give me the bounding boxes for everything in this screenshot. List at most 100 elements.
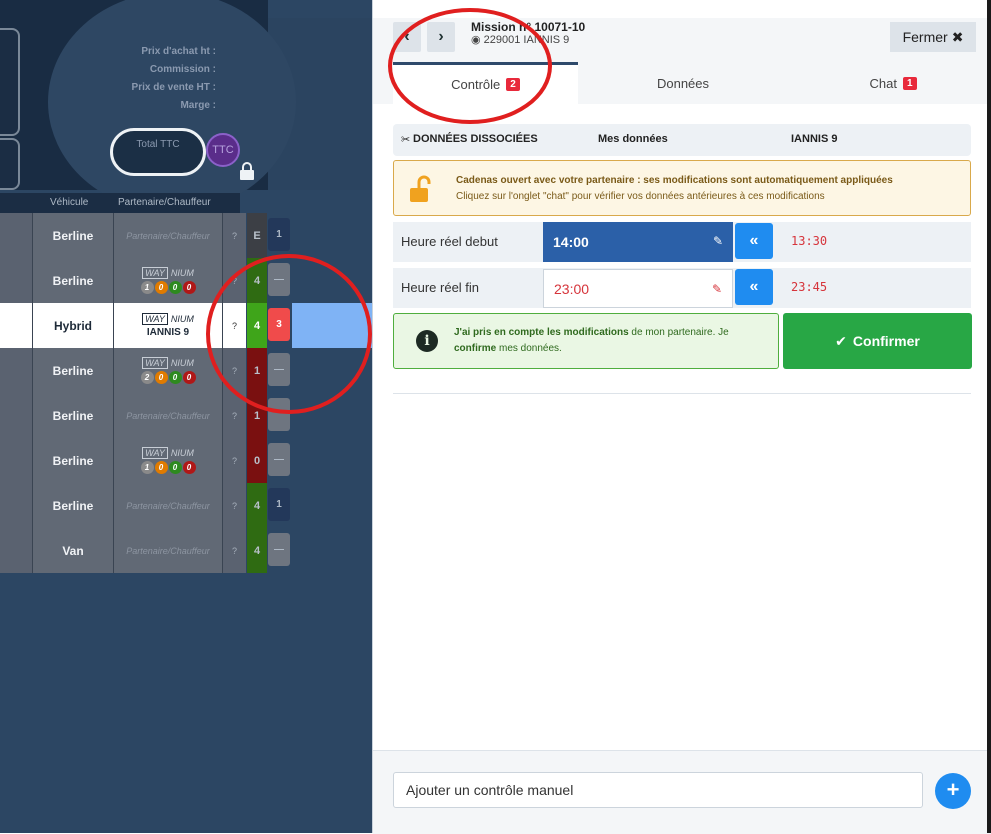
partner-placeholder: Partenaire/Chauffeur	[126, 230, 210, 241]
annotation-circle	[206, 254, 372, 414]
annotation-circle	[388, 8, 552, 124]
close-button[interactable]: Fermer ✖	[890, 22, 976, 52]
partner-cell[interactable]: Partenaire/Chauffeur	[114, 483, 223, 528]
row-select-cell[interactable]	[0, 213, 33, 258]
confirm-text-line-1: J'ai pris en compte les modifications de…	[454, 327, 729, 338]
way-tag: WAY	[142, 267, 168, 279]
restore-partner-value-button[interactable]: «	[735, 269, 773, 305]
table-row[interactable]: Berline WAY NIUM 1 0 0 0 ? 0 —	[0, 438, 292, 483]
question-cell[interactable]: ?	[223, 528, 246, 573]
mission-list-panel: Prix d'achat ht : Commission : Prix de v…	[0, 0, 372, 833]
divider	[393, 393, 971, 394]
status-count-cell[interactable]: 4	[247, 483, 267, 528]
status-dot: 0	[154, 461, 168, 474]
vehicle-cell: Berline	[33, 348, 114, 393]
tab-chat-label: Chat	[869, 75, 897, 91]
row-select-cell[interactable]	[0, 528, 33, 573]
manual-control-input[interactable]: Ajouter un contrôle manuel	[393, 772, 923, 808]
price-summary-dark-box: Prix d'achat ht : Commission : Prix de v…	[0, 0, 296, 212]
partner-start-time: 13:30	[791, 234, 828, 248]
status-dot: 0	[182, 461, 196, 474]
partner-cell[interactable]: Partenaire/Chauffeur	[114, 528, 223, 573]
restore-partner-value-button[interactable]: «	[735, 223, 773, 259]
table-row[interactable]: Berline Partenaire/Chauffeur ? E 1	[0, 213, 292, 258]
confirm-button-label: Confirmer	[852, 333, 920, 349]
pencil-icon[interactable]: ✎	[712, 282, 722, 296]
vehicle-cell: Van	[33, 528, 114, 573]
status-count-cell[interactable]: 4	[247, 528, 267, 573]
way-tag: WAY	[142, 313, 168, 325]
vehicle-cell: Berline	[33, 483, 114, 528]
my-data-label: Mes données	[598, 133, 668, 145]
control-count-badge[interactable]: —	[268, 443, 290, 476]
add-control-button[interactable]: +	[935, 773, 971, 809]
rewind-icon: «	[749, 278, 759, 295]
partner-cell[interactable]: WAY NIUM 1 0 0 0	[114, 258, 223, 303]
way-tag: WAY	[142, 357, 168, 369]
confirm-text-bold-1: J'ai pris en compte les modifications	[454, 327, 629, 338]
manual-control-bar: Ajouter un contrôle manuel +	[373, 750, 991, 834]
partner-placeholder: Partenaire/Chauffeur	[126, 500, 210, 511]
dissociated-label: DONNÉES DISSOCIÉES	[413, 133, 538, 145]
confirm-text-rest-1: de mon partenaire. Je	[628, 327, 729, 338]
row-select-cell[interactable]	[0, 348, 33, 393]
row-select-cell[interactable]	[0, 483, 33, 528]
partner-cell[interactable]: WAY NIUM 1 0 0 0	[114, 438, 223, 483]
partner-end-time: 23:45	[791, 280, 828, 294]
start-time-value: 14:00	[553, 234, 589, 250]
vehicle-cell: Berline	[33, 213, 114, 258]
tab-donnees-label: Données	[656, 75, 710, 91]
field-row-end: Heure réel fin 23:00 ✎ « 23:45	[393, 268, 971, 308]
row-select-cell[interactable]	[0, 438, 33, 483]
close-icon: ✖	[951, 28, 964, 45]
control-count-badge[interactable]: —	[268, 533, 290, 566]
tab-chat[interactable]: Chat 1	[813, 62, 973, 104]
unlocked-alert: Cadenas ouvert avec votre partenaire : s…	[393, 160, 971, 216]
status-count-cell[interactable]: 0	[247, 438, 267, 483]
price-label-margin: Marge :	[180, 100, 216, 111]
partner-info: WAY NIUM	[142, 267, 194, 279]
row-select-cell[interactable]	[0, 303, 33, 348]
end-time-input[interactable]: 23:00 ✎	[543, 269, 733, 308]
tab-donnees[interactable]: Données	[608, 62, 758, 104]
question-cell[interactable]: ?	[223, 483, 246, 528]
table-row[interactable]: Berline Partenaire/Chauffeur ? 4 1	[0, 483, 292, 528]
side-field-stub[interactable]	[0, 138, 20, 190]
confirm-button[interactable]: ✔ Confirmer	[783, 313, 972, 369]
alert-line-2: Cliquez sur l'onglet "chat" pour vérifie…	[456, 191, 825, 202]
total-ttc-pill[interactable]: Total TTC	[110, 128, 206, 176]
ttc-badge[interactable]: TTC	[206, 133, 240, 167]
status-dots: 1000	[140, 461, 196, 474]
partner-cell[interactable]: WAY NIUM 2 0 0 0	[114, 348, 223, 393]
table-row[interactable]: Van Partenaire/Chauffeur ? 4 —	[0, 528, 292, 573]
unlink-icon: ✂	[401, 134, 411, 146]
rewind-icon: «	[749, 232, 759, 249]
row-select-cell[interactable]	[0, 258, 33, 303]
window-edge	[987, 0, 991, 833]
control-count-badge[interactable]: 1	[268, 488, 290, 521]
nium-tag: NIUM	[170, 358, 194, 368]
status-count-cell[interactable]: E	[247, 213, 267, 258]
control-count-badge[interactable]: 1	[268, 218, 290, 251]
row-select-cell[interactable]	[0, 393, 33, 438]
info-icon: i	[416, 330, 438, 352]
question-cell[interactable]: ?	[223, 438, 246, 483]
nium-tag: NIUM	[170, 314, 194, 324]
plus-icon: +	[946, 777, 960, 802]
status-dot: 0	[154, 281, 168, 294]
partner-info: WAY NIUM	[142, 313, 194, 325]
status-dot: 1	[140, 281, 154, 294]
status-dot: 0	[168, 281, 182, 294]
question-cell[interactable]: ?	[223, 213, 246, 258]
status-dots: 2000	[140, 371, 196, 384]
partner-placeholder: Partenaire/Chauffeur	[126, 545, 210, 556]
lock-icon[interactable]	[239, 162, 255, 183]
confirm-notice: i J'ai pris en compte les modifications …	[393, 313, 779, 369]
partner-cell[interactable]: Partenaire/Chauffeur	[114, 213, 223, 258]
unlock-icon	[410, 175, 431, 202]
check-icon: ✔	[835, 332, 847, 349]
start-time-input[interactable]: 14:00 ✎	[543, 222, 733, 262]
pencil-icon[interactable]: ✎	[713, 234, 723, 248]
status-dot: 0	[182, 281, 196, 294]
partner-cell[interactable]: Partenaire/Chauffeur	[114, 393, 223, 438]
